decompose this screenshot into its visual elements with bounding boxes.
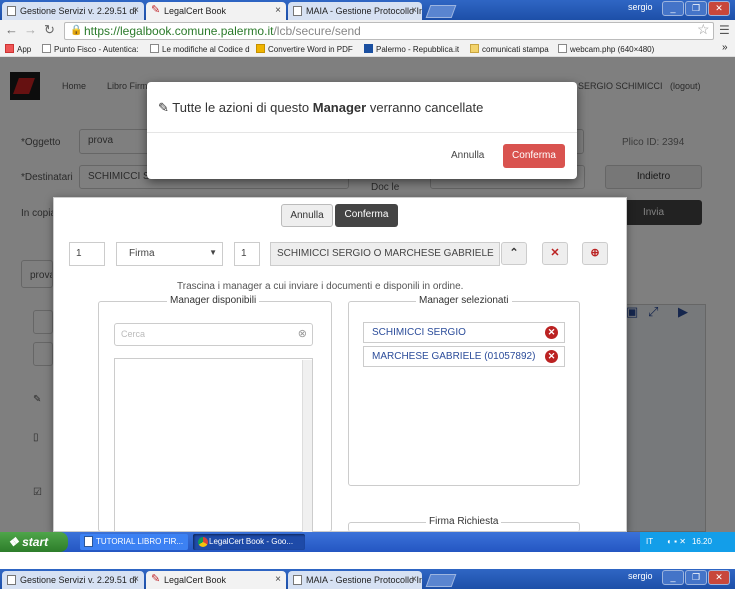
modal-confirm-button[interactable]: Conferma (503, 144, 565, 168)
system-tray: IT ◐ ▪ ✕ 16.20 (640, 532, 735, 552)
bookmark-item[interactable]: Palermo - Repubblica.it (364, 44, 459, 54)
close-icon[interactable]: × (275, 5, 281, 16)
converter-icon (256, 44, 265, 53)
page-icon (7, 6, 16, 16)
firma-richiesta-legend: Firma Richiesta (426, 516, 502, 527)
dropdown-arrow-icon: ▼ (209, 248, 217, 257)
chevron-up-icon[interactable]: ⌃ (501, 242, 527, 265)
scrollbar[interactable] (302, 360, 312, 532)
step-managers: SCHIMICCI SERGIO O MARCHESE GABRIELE (270, 242, 500, 266)
remove-icon[interactable]: ✕ (545, 326, 558, 339)
bookmark-item[interactable]: Convertire Word in PDF (256, 44, 353, 54)
step-input[interactable]: 1 (234, 242, 260, 266)
chrome-icon (198, 537, 208, 547)
drag-instruction: Trascina i manager a cui inviare i docum… (177, 281, 464, 292)
selected-manager-item[interactable]: MARCHESE GABRIELE (01057892) ✕ (363, 346, 565, 367)
close-icon[interactable]: × (275, 574, 281, 585)
repubblica-icon (364, 44, 373, 53)
modal-title: ✎ Tutte le azioni di questo Manager verr… (158, 100, 484, 115)
window-close-icon[interactable]: ✕ (708, 570, 730, 585)
profile-name[interactable]: sergio (628, 2, 653, 12)
new-tab-button[interactable] (425, 5, 457, 18)
browser-tab[interactable]: MAIA - Gestione Protocollo In × (288, 571, 422, 589)
bookmark-apps[interactable]: App (5, 44, 31, 54)
new-tab-button[interactable] (425, 574, 457, 587)
page-icon (7, 575, 16, 585)
remove-icon[interactable]: ✕ (542, 242, 568, 265)
page-icon (42, 44, 51, 53)
bookmark-item[interactable]: Punto Fisco - Autentica: (42, 44, 139, 54)
apps-icon (5, 44, 14, 53)
remove-icon[interactable]: ✕ (545, 350, 558, 363)
available-managers-list (114, 358, 313, 532)
maximize-icon[interactable]: ❐ (685, 570, 707, 585)
page-icon (150, 44, 159, 53)
bookmark-item[interactable]: webcam.php (640×480) (558, 44, 654, 54)
edit-icon: ✎ (158, 100, 169, 115)
reload-icon[interactable]: ↻ (44, 22, 55, 38)
folder-icon (470, 44, 479, 53)
available-legend: Manager disponibili (167, 295, 260, 306)
close-icon[interactable]: × (411, 5, 417, 16)
modal-divider (147, 132, 577, 133)
panel-annulla-button[interactable]: Annulla (281, 204, 333, 227)
panel-conferma-button[interactable]: Conferma (335, 204, 398, 227)
profile-name[interactable]: sergio (628, 571, 653, 581)
selected-legend: Manager selezionati (416, 295, 512, 306)
browser-tab[interactable]: MAIA - Gestione Protocollo In × (288, 2, 422, 20)
close-icon[interactable]: × (133, 574, 139, 585)
taskbar-item-active[interactable]: LegalCert Book - Goo... (193, 534, 305, 550)
add-icon[interactable]: ⊕ (582, 242, 608, 265)
word-icon (84, 536, 93, 547)
windows-icon: ❖ (8, 535, 19, 549)
page-icon (293, 6, 302, 16)
bookmark-item[interactable]: comunicati stampa (470, 44, 549, 54)
browser-tab[interactable]: Gestione Servizi v. 2.29.51 di × (2, 571, 144, 589)
clear-icon[interactable]: ⊗ (298, 327, 307, 340)
back-icon[interactable]: ← (5, 22, 18, 37)
feather-icon: ✎ (151, 573, 161, 585)
minimize-icon[interactable]: _ (662, 570, 684, 585)
close-icon[interactable]: × (411, 574, 417, 585)
minimize-icon[interactable]: _ (662, 1, 684, 16)
selected-manager-item[interactable]: SCHIMICCI SERGIO ✕ (363, 322, 565, 343)
window-close-icon[interactable]: ✕ (708, 1, 730, 16)
modal-cancel-button[interactable]: Annulla (451, 150, 484, 161)
start-button[interactable]: ❖ start (0, 532, 68, 552)
maximize-icon[interactable]: ❐ (685, 1, 707, 16)
close-icon[interactable]: × (133, 5, 139, 16)
browser-tab-active[interactable]: ✎ LegalCert Book × (146, 571, 286, 589)
page-icon (558, 44, 567, 53)
url-text[interactable]: https://legalbook.comune.palermo.it/lcb/… (84, 24, 361, 38)
blank-area (0, 552, 735, 569)
browser-tab[interactable]: Gestione Servizi v. 2.29.51 di × (2, 2, 144, 20)
menu-icon[interactable]: ☰ (719, 23, 730, 37)
manager-search-input[interactable]: Cerca ⊗ (114, 323, 313, 346)
bookmark-star-icon[interactable]: ☆ (697, 21, 710, 38)
lock-icon: 🔒 (70, 25, 83, 36)
taskbar-item[interactable]: TUTORIAL LIBRO FIR... (80, 534, 188, 550)
bookmark-item[interactable]: Le modifiche al Codice d (150, 44, 250, 54)
order-input[interactable]: 1 (69, 242, 105, 266)
more-bookmarks-icon[interactable]: » (722, 42, 728, 53)
page-icon (293, 575, 302, 585)
action-select[interactable]: Firma ▼ (116, 242, 223, 266)
browser-tab-active[interactable]: ✎ LegalCert Book × (146, 2, 286, 20)
tray-icons: ◐ ▪ ✕ (667, 537, 686, 546)
feather-icon: ✎ (151, 4, 161, 16)
forward-icon[interactable]: → (24, 22, 37, 37)
